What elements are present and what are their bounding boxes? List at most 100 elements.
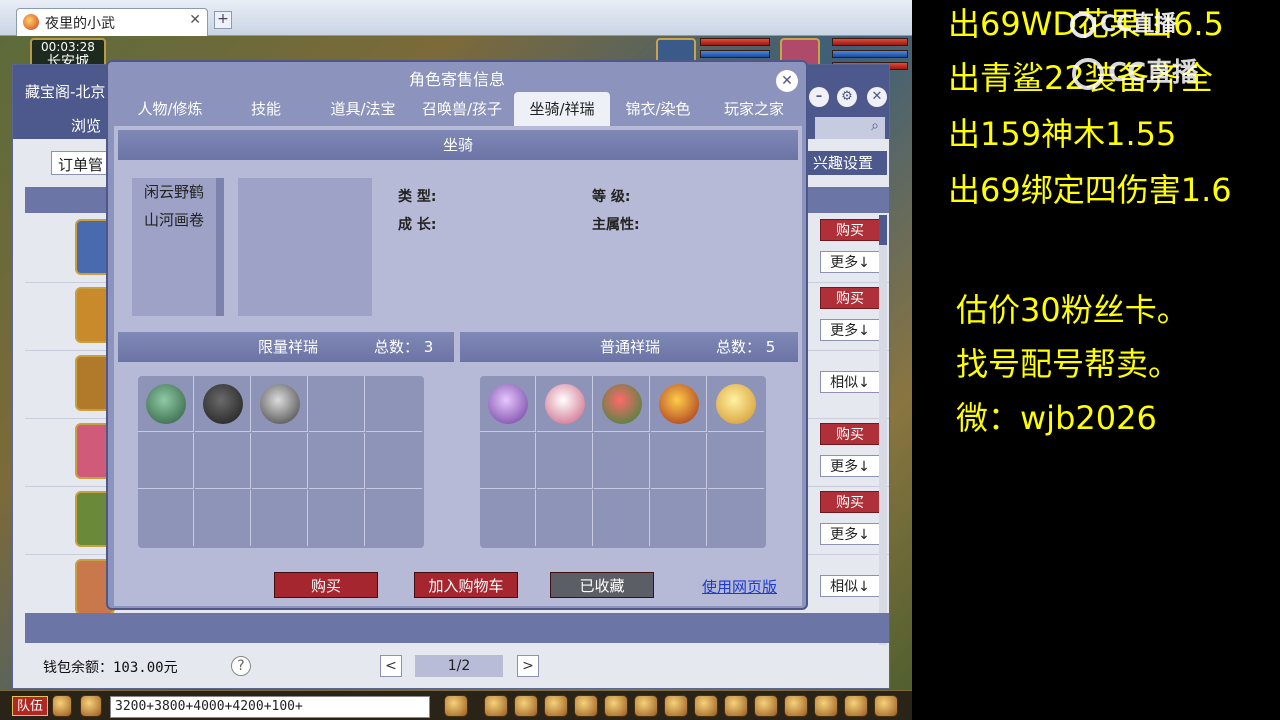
normal-mount-1[interactable] — [488, 384, 528, 424]
help-icon[interactable]: ? — [231, 656, 251, 676]
scroll-thumb[interactable] — [879, 215, 887, 245]
normal-mount-4[interactable] — [659, 384, 699, 424]
tab-mounts[interactable]: 坐骑/祥瑞 — [514, 92, 610, 126]
limited-mount-1[interactable] — [146, 384, 186, 424]
grid-slot — [195, 433, 251, 489]
grid-slot[interactable] — [537, 376, 593, 432]
order-management-button[interactable]: 订单管 — [51, 151, 111, 175]
grid-slot[interactable] — [651, 376, 707, 432]
mount-growth-label: 成 长: — [398, 217, 437, 233]
grid-slot[interactable] — [594, 376, 650, 432]
mount-list-scrollbar[interactable] — [216, 178, 224, 316]
next-page-button[interactable]: > — [517, 655, 539, 677]
close-icon[interactable]: ✕ — [776, 70, 798, 92]
grid-slot — [309, 490, 365, 546]
normal-section-title: 普通祥瑞 — [600, 338, 661, 356]
grid-slot[interactable] — [708, 376, 764, 432]
mount-item[interactable]: 闲云野鹤 — [132, 178, 224, 206]
tab-skills[interactable]: 技能 — [222, 92, 310, 126]
wallet-balance: 钱包余额：103.00元 — [43, 660, 178, 676]
more-button[interactable]: 更多↓ — [820, 251, 880, 273]
prev-page-button[interactable]: < — [380, 655, 402, 677]
guild-icon[interactable] — [694, 695, 718, 717]
give-icon[interactable] — [544, 695, 568, 717]
buy-button[interactable]: 购买 — [820, 491, 880, 513]
mount-main-attr-label: 主属性: — [592, 217, 640, 233]
friend-icon[interactable] — [724, 695, 748, 717]
grid-slot[interactable] — [195, 376, 251, 432]
buy-button[interactable]: 购买 — [820, 423, 880, 445]
normal-grid — [480, 376, 766, 548]
use-web-version-link[interactable]: 使用网页版 — [702, 576, 777, 597]
grid-slot — [651, 490, 707, 546]
cc-live-logo: CC直播 — [1070, 6, 1176, 38]
normal-total: 总数： 5 — [716, 338, 776, 356]
similar-button[interactable]: 相似↓ — [820, 575, 880, 597]
mount-item[interactable]: 山河画卷 — [132, 206, 224, 234]
system-icon[interactable] — [874, 695, 898, 717]
normal-mount-2[interactable] — [545, 384, 585, 424]
buy-button[interactable]: 购买 — [820, 219, 880, 241]
emote-icon[interactable] — [844, 695, 868, 717]
normal-mount-3[interactable] — [602, 384, 642, 424]
trade-icon[interactable] — [574, 695, 598, 717]
activity-icon[interactable] — [784, 695, 808, 717]
chat-emote-icon[interactable] — [80, 695, 102, 717]
limited-mount-2[interactable] — [203, 384, 243, 424]
similar-button[interactable]: 相似↓ — [820, 371, 880, 393]
game-clock: 00:03:28 — [41, 40, 95, 54]
stream-overlay: 出69WD花果山6.5 出青鲨22装备齐全 出159神木1.55 出69绑定四伤… — [912, 0, 1280, 720]
tab-pets[interactable]: 召唤兽/孩子 — [412, 92, 512, 126]
grid-slot — [138, 433, 194, 489]
tab-outfits[interactable]: 锦衣/染色 — [610, 92, 706, 126]
search-input[interactable]: ⌕ — [815, 117, 885, 139]
grid-slot — [195, 490, 251, 546]
team-icon[interactable] — [604, 695, 628, 717]
grid-slot[interactable] — [480, 376, 536, 432]
more-button[interactable]: 更多↓ — [820, 455, 880, 477]
skill-icon[interactable] — [754, 695, 778, 717]
minimize-icon[interactable]: – — [809, 87, 829, 107]
limited-mount-3[interactable] — [260, 384, 300, 424]
mount-section-title: 坐骑 — [118, 130, 798, 160]
tab-home[interactable]: 玩家之家 — [706, 92, 802, 126]
more-button[interactable]: 更多↓ — [820, 523, 880, 545]
pet-icon[interactable] — [634, 695, 658, 717]
add-to-cart-button[interactable]: 加入购物车 — [414, 572, 518, 598]
pet-menu-icon[interactable] — [444, 695, 468, 717]
collected-button[interactable]: 已收藏 — [550, 572, 654, 598]
buy-button[interactable]: 购买 — [820, 287, 880, 309]
grid-slot — [252, 433, 308, 489]
grid-slot[interactable] — [252, 376, 308, 432]
team-button[interactable]: 队伍 — [12, 696, 48, 716]
list-scrollbar[interactable] — [879, 215, 887, 645]
grid-slot[interactable] — [138, 376, 194, 432]
pet-status-bars — [700, 38, 770, 62]
more-button[interactable]: 更多↓ — [820, 319, 880, 341]
mount-preview — [238, 178, 372, 316]
close-tab-icon[interactable]: ✕ — [189, 12, 201, 28]
task-icon[interactable] — [664, 695, 688, 717]
gear-icon[interactable]: ⚙ — [837, 87, 857, 107]
normal-mount-5[interactable] — [716, 384, 756, 424]
overlay-note: 找号配号帮卖。 — [956, 345, 1181, 383]
tab-character[interactable]: 人物/修炼 — [118, 92, 222, 126]
limited-section-header: 限量祥瑞 总数： 3 — [118, 332, 454, 362]
interest-settings-button[interactable]: 兴趣设置 — [799, 151, 887, 175]
game-window: 夜里的小武 ✕ + 00:03:28 长安城 藏宝阁-北京 浏览 – ⚙ ✕ ⌕… — [0, 0, 912, 720]
player-mp-bar — [832, 50, 908, 58]
new-tab-button[interactable]: + — [214, 11, 232, 29]
voice-icon[interactable] — [52, 695, 72, 717]
item-icon[interactable] — [514, 695, 538, 717]
chat-input[interactable]: 3200+3800+4000+4200+100+ — [110, 696, 430, 718]
browse-tab[interactable]: 浏览 — [71, 115, 101, 136]
browser-tab[interactable]: 夜里的小武 ✕ — [16, 8, 208, 36]
pet-mp-bar — [700, 50, 770, 58]
attack-icon[interactable] — [484, 695, 508, 717]
close-icon[interactable]: ✕ — [867, 87, 887, 107]
buy-button[interactable]: 购买 — [274, 572, 378, 598]
grid-slot — [708, 490, 764, 546]
tab-items[interactable]: 道具/法宝 — [314, 92, 412, 126]
shop-icon[interactable] — [814, 695, 838, 717]
cc-logo-icon — [1070, 12, 1096, 38]
